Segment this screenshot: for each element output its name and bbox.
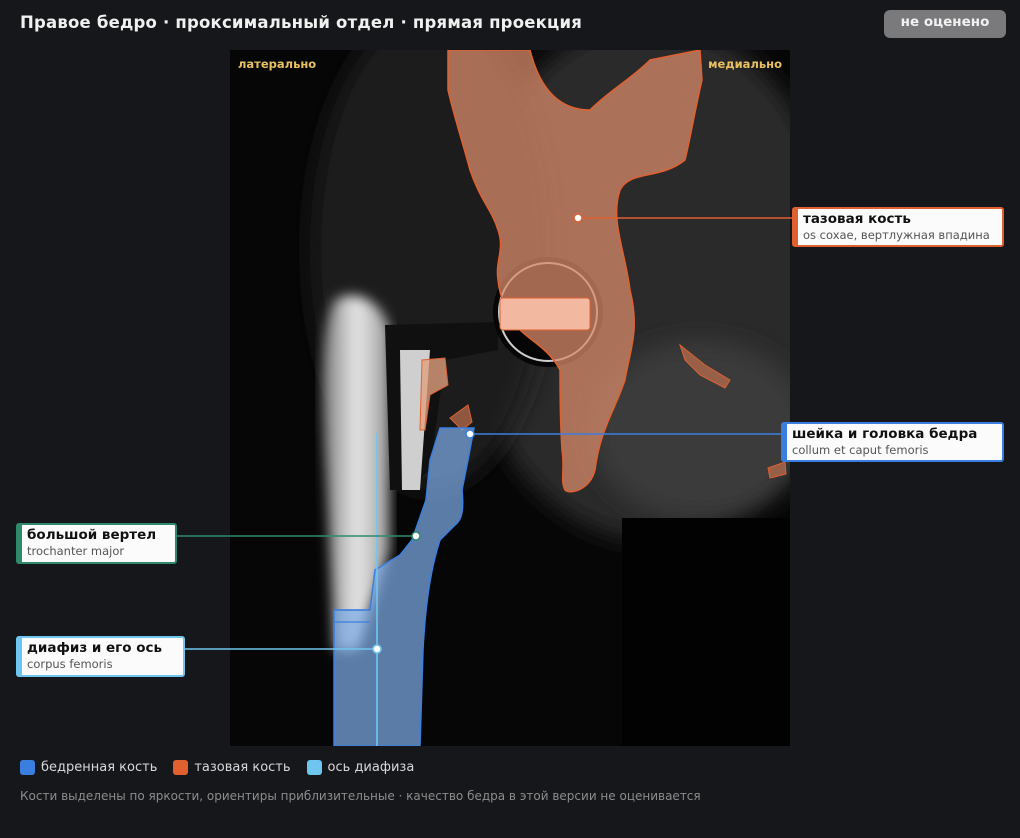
- callout-pelvis-name: тазовая кость: [803, 211, 911, 227]
- xray-image: [230, 50, 790, 746]
- pelvis-color-swatch: [173, 760, 189, 775]
- legend-item-femur: бедренная кость: [20, 760, 157, 775]
- axis-color-swatch: [306, 760, 322, 775]
- legend-item-axis: ось диафиза: [306, 760, 415, 775]
- callout-pelvis[interactable]: тазовая кость os coxae, вертлужная впади…: [792, 207, 1004, 247]
- callout-trochanter[interactable]: большой вертел trochanter major: [16, 523, 177, 564]
- page-title: Правое бедро · проксимальный отдел · пря…: [20, 13, 583, 32]
- status-badge: не оценено: [884, 10, 1006, 38]
- legend: бедренная кость тазовая кость ось диафиз…: [20, 760, 430, 775]
- callout-neck-latin: collum et caput femoris: [792, 443, 929, 457]
- lateral-orientation-label: латерально: [238, 57, 317, 71]
- callout-shaft-latin: corpus femoris: [27, 657, 113, 671]
- legend-label-axis: ось диафиза: [327, 760, 415, 775]
- callout-neck-name: шейка и головка бедра: [792, 426, 978, 442]
- callout-neck[interactable]: шейка и головка бедра collum et caput fe…: [781, 422, 1004, 462]
- xray-viewer[interactable]: латерально медиально: [230, 50, 790, 746]
- callout-trochanter-name: большой вертел: [27, 527, 157, 543]
- callout-shaft[interactable]: диафиз и его ось corpus femoris: [16, 636, 185, 677]
- footnote: Кости выделены по яркости, ориентиры при…: [20, 789, 701, 803]
- callout-shaft-name: диафиз и его ось: [27, 640, 163, 656]
- legend-label-femur: бедренная кость: [41, 760, 158, 775]
- legend-label-pelvis: тазовая кость: [194, 760, 291, 775]
- medial-orientation-label: медиально: [708, 57, 782, 71]
- femur-color-swatch: [20, 760, 35, 775]
- callout-trochanter-latin: trochanter major: [27, 544, 125, 558]
- callout-pelvis-latin: os coxae, вертлужная впадина: [803, 228, 990, 242]
- legend-item-pelvis: тазовая кость: [173, 760, 291, 775]
